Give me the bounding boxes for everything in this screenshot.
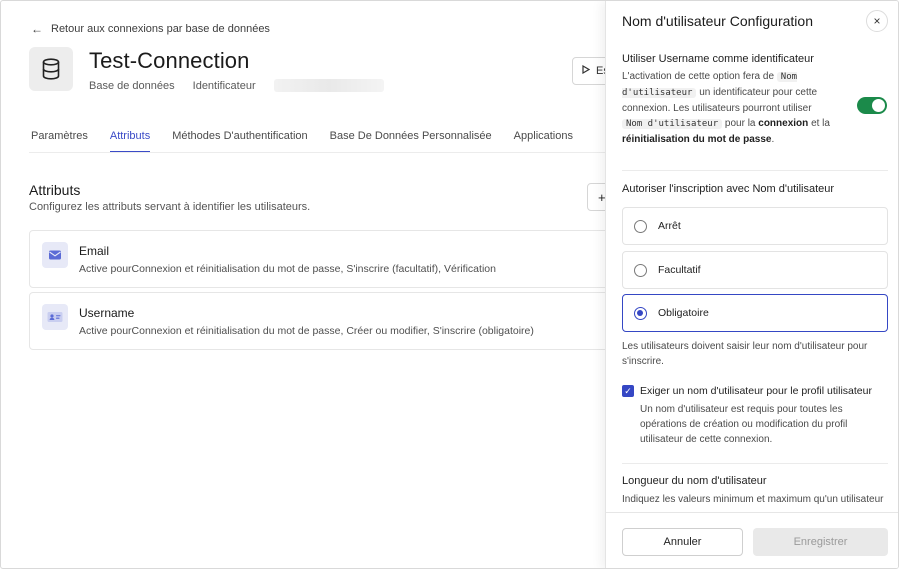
close-icon: ×: [873, 14, 881, 28]
signup-help-text: Les utilisateurs doivent saisir leur nom…: [622, 341, 868, 367]
attribute-card-email[interactable]: Email Active pourConnexion et réinitiali…: [29, 230, 629, 288]
desc-bold: connexion: [758, 118, 809, 129]
connection-type: Base de données: [89, 79, 175, 92]
attribute-description: Active pourConnexion et réinitialisation…: [79, 263, 496, 275]
save-button[interactable]: Enregistrer: [753, 528, 888, 556]
radio-icon: [634, 263, 647, 277]
code-chip: Nom d'utilisateur: [622, 119, 723, 129]
email-icon: [42, 242, 68, 268]
radio-selected-icon: [634, 306, 647, 320]
page-title: Test-Connection: [89, 48, 250, 73]
arrow-left-icon: ←: [31, 22, 43, 36]
tab-applications[interactable]: Applications: [514, 123, 573, 152]
connection-meta: Base de données Identificateur: [89, 79, 384, 92]
divider: [622, 170, 888, 171]
close-panel-button[interactable]: ×: [866, 10, 888, 32]
cancel-button[interactable]: Annuler: [622, 528, 743, 556]
attribute-card-username[interactable]: Username Active pourConnexion et réiniti…: [29, 292, 629, 350]
back-link[interactable]: ← Retour aux connexions par base de donn…: [31, 23, 270, 35]
radio-icon: [634, 219, 647, 233]
require-profile-checkbox[interactable]: ✓: [622, 385, 634, 397]
tab-bar: Paramètres Attributs Méthodes D'authenti…: [31, 123, 595, 152]
desc-text: pour la: [724, 118, 756, 129]
panel-footer: Annuler Enregistrer: [606, 512, 898, 568]
option-label: Facultatif: [658, 264, 701, 276]
app-window: ← Retour aux connexions par base de donn…: [0, 0, 899, 569]
option-label: Arrêt: [658, 220, 681, 232]
signup-option-off[interactable]: Arrêt: [622, 207, 888, 245]
identifier-setting-label: Utiliser Username comme identificateur: [622, 53, 814, 65]
signup-option-required[interactable]: Obligatoire: [622, 294, 888, 332]
attribute-description: Active pourConnexion et réinitialisation…: [79, 325, 534, 337]
identifier-toggle[interactable]: [857, 97, 887, 114]
identifier-value-redacted: [273, 79, 384, 92]
identifier-setting-description: L'activation de cette option fera de Nom…: [622, 69, 832, 147]
attribute-name: Username: [79, 306, 135, 320]
signup-option-optional[interactable]: Facultatif: [622, 251, 888, 289]
length-setting-label: Longueur du nom d'utilisateur: [622, 475, 767, 487]
database-icon: [29, 47, 73, 91]
tab-attributs[interactable]: Attributs: [109, 123, 151, 152]
desc-text: et la: [811, 118, 830, 129]
tab-methodes-authentification[interactable]: Méthodes D'authentification: [172, 123, 307, 152]
desc-bold: réinitialisation du mot de passe: [622, 134, 772, 145]
checkmark-icon: ✓: [624, 385, 632, 396]
require-profile-description: Un nom d'utilisateur est requis pour tou…: [640, 404, 848, 445]
section-title: Attributs: [29, 182, 81, 198]
option-label: Obligatoire: [658, 307, 709, 319]
signup-setting-label: Autoriser l'inscription avec Nom d'utili…: [622, 183, 835, 195]
identifier-label: Identificateur: [192, 79, 256, 92]
tab-parametres[interactable]: Paramètres: [31, 123, 88, 152]
play-icon: [582, 64, 591, 77]
toggle-knob: [872, 99, 885, 112]
require-profile-label: Exiger un nom d'utilisateur pour le prof…: [640, 385, 872, 397]
id-card-icon: [42, 304, 68, 330]
back-link-label: Retour aux connexions par base de donnée…: [51, 23, 270, 35]
connection-page: ← Retour aux connexions par base de donn…: [1, 1, 632, 568]
tab-divider: [29, 152, 605, 153]
username-config-panel: Nom d'utilisateur Configuration × Utilis…: [605, 1, 898, 568]
divider: [622, 463, 888, 464]
tab-base-de-donnees-personnalisee[interactable]: Base De Données Personnalisée: [330, 123, 492, 152]
desc-text: L'activation de cette option fera de: [622, 71, 775, 82]
length-setting-description: Indiquez les valeurs minimum et maximum …: [622, 494, 884, 505]
attribute-name: Email: [79, 244, 110, 258]
section-subtitle: Configurez les attributs servant à ident…: [29, 201, 311, 213]
desc-text: .: [771, 134, 775, 145]
panel-title: Nom d'utilisateur Configuration: [622, 13, 813, 29]
